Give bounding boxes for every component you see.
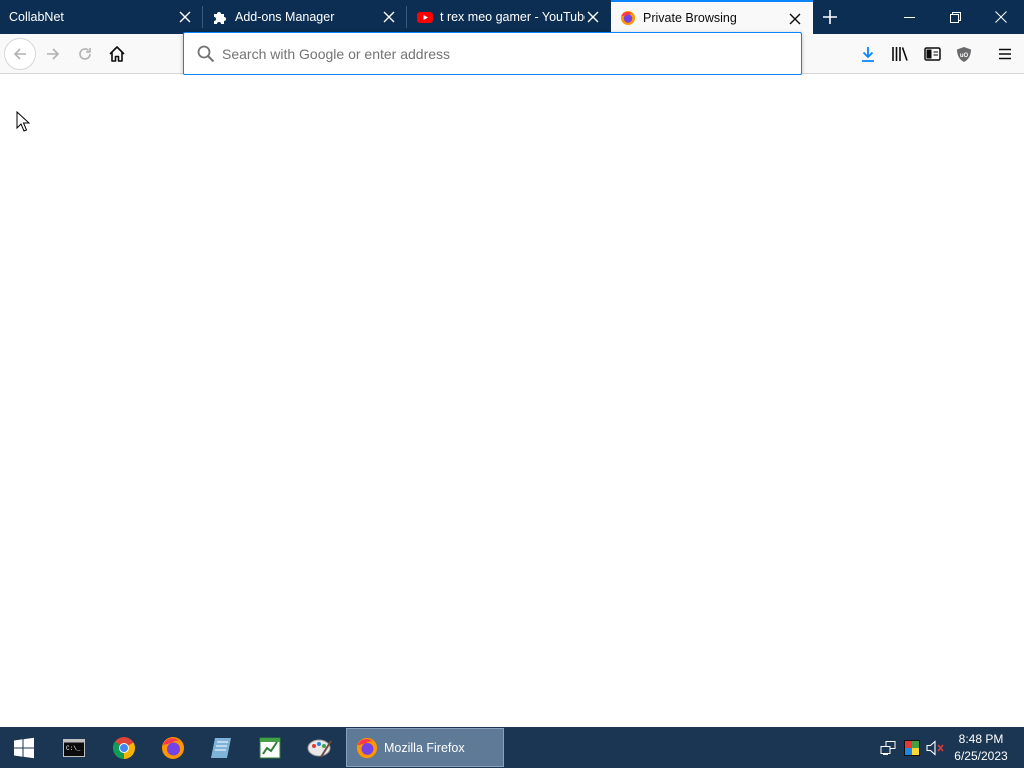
firefox-icon [162,736,184,759]
color-tray-icon[interactable] [900,727,924,768]
tab-strip: CollabNet Add-ons Manager t rex meo game… [0,0,1024,34]
taskbar-active-window[interactable]: Mozilla Firefox [346,728,504,767]
spreadsheet-icon [259,737,281,758]
terminal-icon: C:\_ [63,738,85,757]
taskbar-spreadsheet[interactable] [246,727,294,768]
sidebar-button[interactable] [916,38,948,70]
restore-button[interactable] [932,0,978,34]
sidebar-icon [923,47,941,61]
address-bar[interactable] [183,32,802,75]
close-icon[interactable] [585,9,601,25]
reload-button[interactable] [69,38,101,70]
tab-collabnet[interactable]: CollabNet [0,0,203,34]
menu-button[interactable] [989,38,1021,70]
library-icon [892,47,908,61]
new-tab-button[interactable] [819,6,841,28]
close-window-button[interactable] [978,0,1024,34]
library-button[interactable] [884,38,916,70]
tab-private-browsing[interactable]: Private Browsing [611,0,813,34]
firefox-icon [620,10,636,26]
close-icon[interactable] [177,9,193,25]
tab-youtube[interactable]: t rex meo gamer - YouTube [407,0,611,34]
ublock-button[interactable]: uO [948,38,980,70]
network-tray-icon[interactable] [876,727,900,768]
reload-icon [79,48,91,60]
menu-icon [999,48,1011,60]
taskbar-paint[interactable] [296,727,344,768]
tab-title: CollabNet [9,10,64,24]
close-icon[interactable] [787,11,803,27]
paint-icon [307,739,332,758]
minimize-button[interactable] [886,0,932,34]
taskbar: C:\_ Mozilla Firefox 8:48 PM 6/25/2023 [0,727,1024,768]
search-icon [197,45,215,63]
clock-time: 8:48 PM [958,732,1004,746]
svg-text:C:\_: C:\_ [66,745,81,752]
mouse-cursor-icon [16,111,30,132]
notepad-icon [211,737,231,758]
back-arrow-icon [13,48,26,60]
clock-date: 6/25/2023 [954,749,1008,763]
forward-button[interactable] [37,38,69,70]
download-icon [862,47,874,62]
system-clock[interactable]: 8:48 PM 6/25/2023 [948,731,1014,765]
taskbar-chrome[interactable] [100,727,148,768]
close-icon[interactable] [381,9,397,25]
taskbar-firefox[interactable] [149,727,197,768]
chrome-icon [112,736,135,759]
ublock-icon: uO [957,46,971,62]
taskbar-active-label: Mozilla Firefox [384,740,465,755]
page-content [0,75,1024,727]
close-icon [995,11,1007,23]
downloads-button[interactable] [852,38,884,70]
firefox-icon [356,737,378,759]
taskbar-notepad[interactable] [197,727,245,768]
home-icon [109,46,125,62]
restore-icon [949,11,961,23]
start-button[interactable] [0,727,48,768]
tab-title: t rex meo gamer - YouTube [440,10,585,24]
tab-addons-manager[interactable]: Add-ons Manager [203,0,407,34]
forward-arrow-icon [47,48,60,60]
taskbar-terminal[interactable]: C:\_ [50,727,98,768]
youtube-icon [417,9,433,25]
plus-icon [823,10,837,24]
puzzle-icon [212,9,228,25]
back-button[interactable] [4,38,36,70]
minimize-icon [903,16,915,18]
volume-muted-icon[interactable] [924,727,948,768]
svg-text:uO: uO [960,53,969,59]
address-input[interactable] [222,45,782,62]
home-button[interactable] [101,38,133,70]
windows-start-icon [14,737,34,758]
